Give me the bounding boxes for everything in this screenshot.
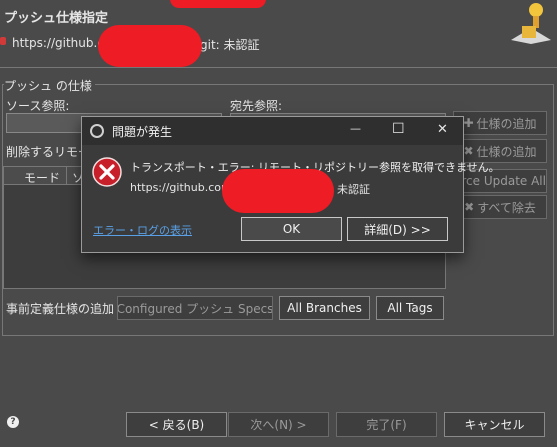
next-button[interactable]: 次へ(N) > [228,412,329,437]
close-icon[interactable]: ✕ [437,122,448,137]
remove-spec-icon: ✖ [463,144,474,158]
cancel-button[interactable]: キャンセル [444,412,545,437]
error-url-text: https://github.com [130,181,232,194]
add-spec-button[interactable]: ✚ 仕様の追加 [453,111,547,135]
wizard-banner-icon [506,0,556,44]
error-log-link[interactable]: エラー・ログの表示 [93,222,192,238]
status-suffix-text: git: 未認証 [200,38,260,52]
details-button[interactable]: 詳細(D) >> [347,217,448,241]
remove-all-button[interactable]: ✖ すべて除去 [453,195,547,219]
finish-button[interactable]: 完了(F) [336,412,437,437]
all-tags-button[interactable]: All Tags [376,296,444,320]
ok-button[interactable]: OK [241,217,342,241]
configured-push-specs-button[interactable]: Configured プッシュ Specs [117,296,273,320]
predefined-label: 事前定義仕様の追加 [6,302,115,316]
minimize-icon[interactable]: — [350,122,361,135]
source-ref-label: ソース参照: [6,99,70,113]
dialog-title: 問題が発生 [112,125,173,139]
maximize-icon[interactable]: ☐ [392,121,405,137]
error-mark-icon [0,37,6,45]
back-button[interactable]: < 戻る(B) [126,412,227,437]
push-spec-group-label: プッシュ の仕様 [4,77,95,94]
column-divider [66,167,67,185]
error-dialog: 問題が発生 — ☐ ✕ トランスポート・エラー: リモート・リポジトリー参照を取… [81,116,500,253]
error-url-suffix: 未認証 [337,183,370,196]
redaction-mark-top [170,0,266,8]
add-spec-icon: ✚ [463,116,474,130]
column-header-mode[interactable]: モード [24,169,60,186]
help-icon[interactable]: ? [7,416,19,428]
error-icon [92,157,122,187]
dest-ref-label: 宛先参照: [230,99,283,113]
dialog-app-icon [90,124,104,138]
redaction-mark-url [98,25,202,67]
redaction-mark-dialog [222,169,334,213]
header-divider [0,67,557,68]
all-branches-button[interactable]: All Branches [279,296,370,320]
remove-all-icon: ✖ [464,200,475,214]
wizard-title: プッシュ仕様指定 [4,11,109,26]
